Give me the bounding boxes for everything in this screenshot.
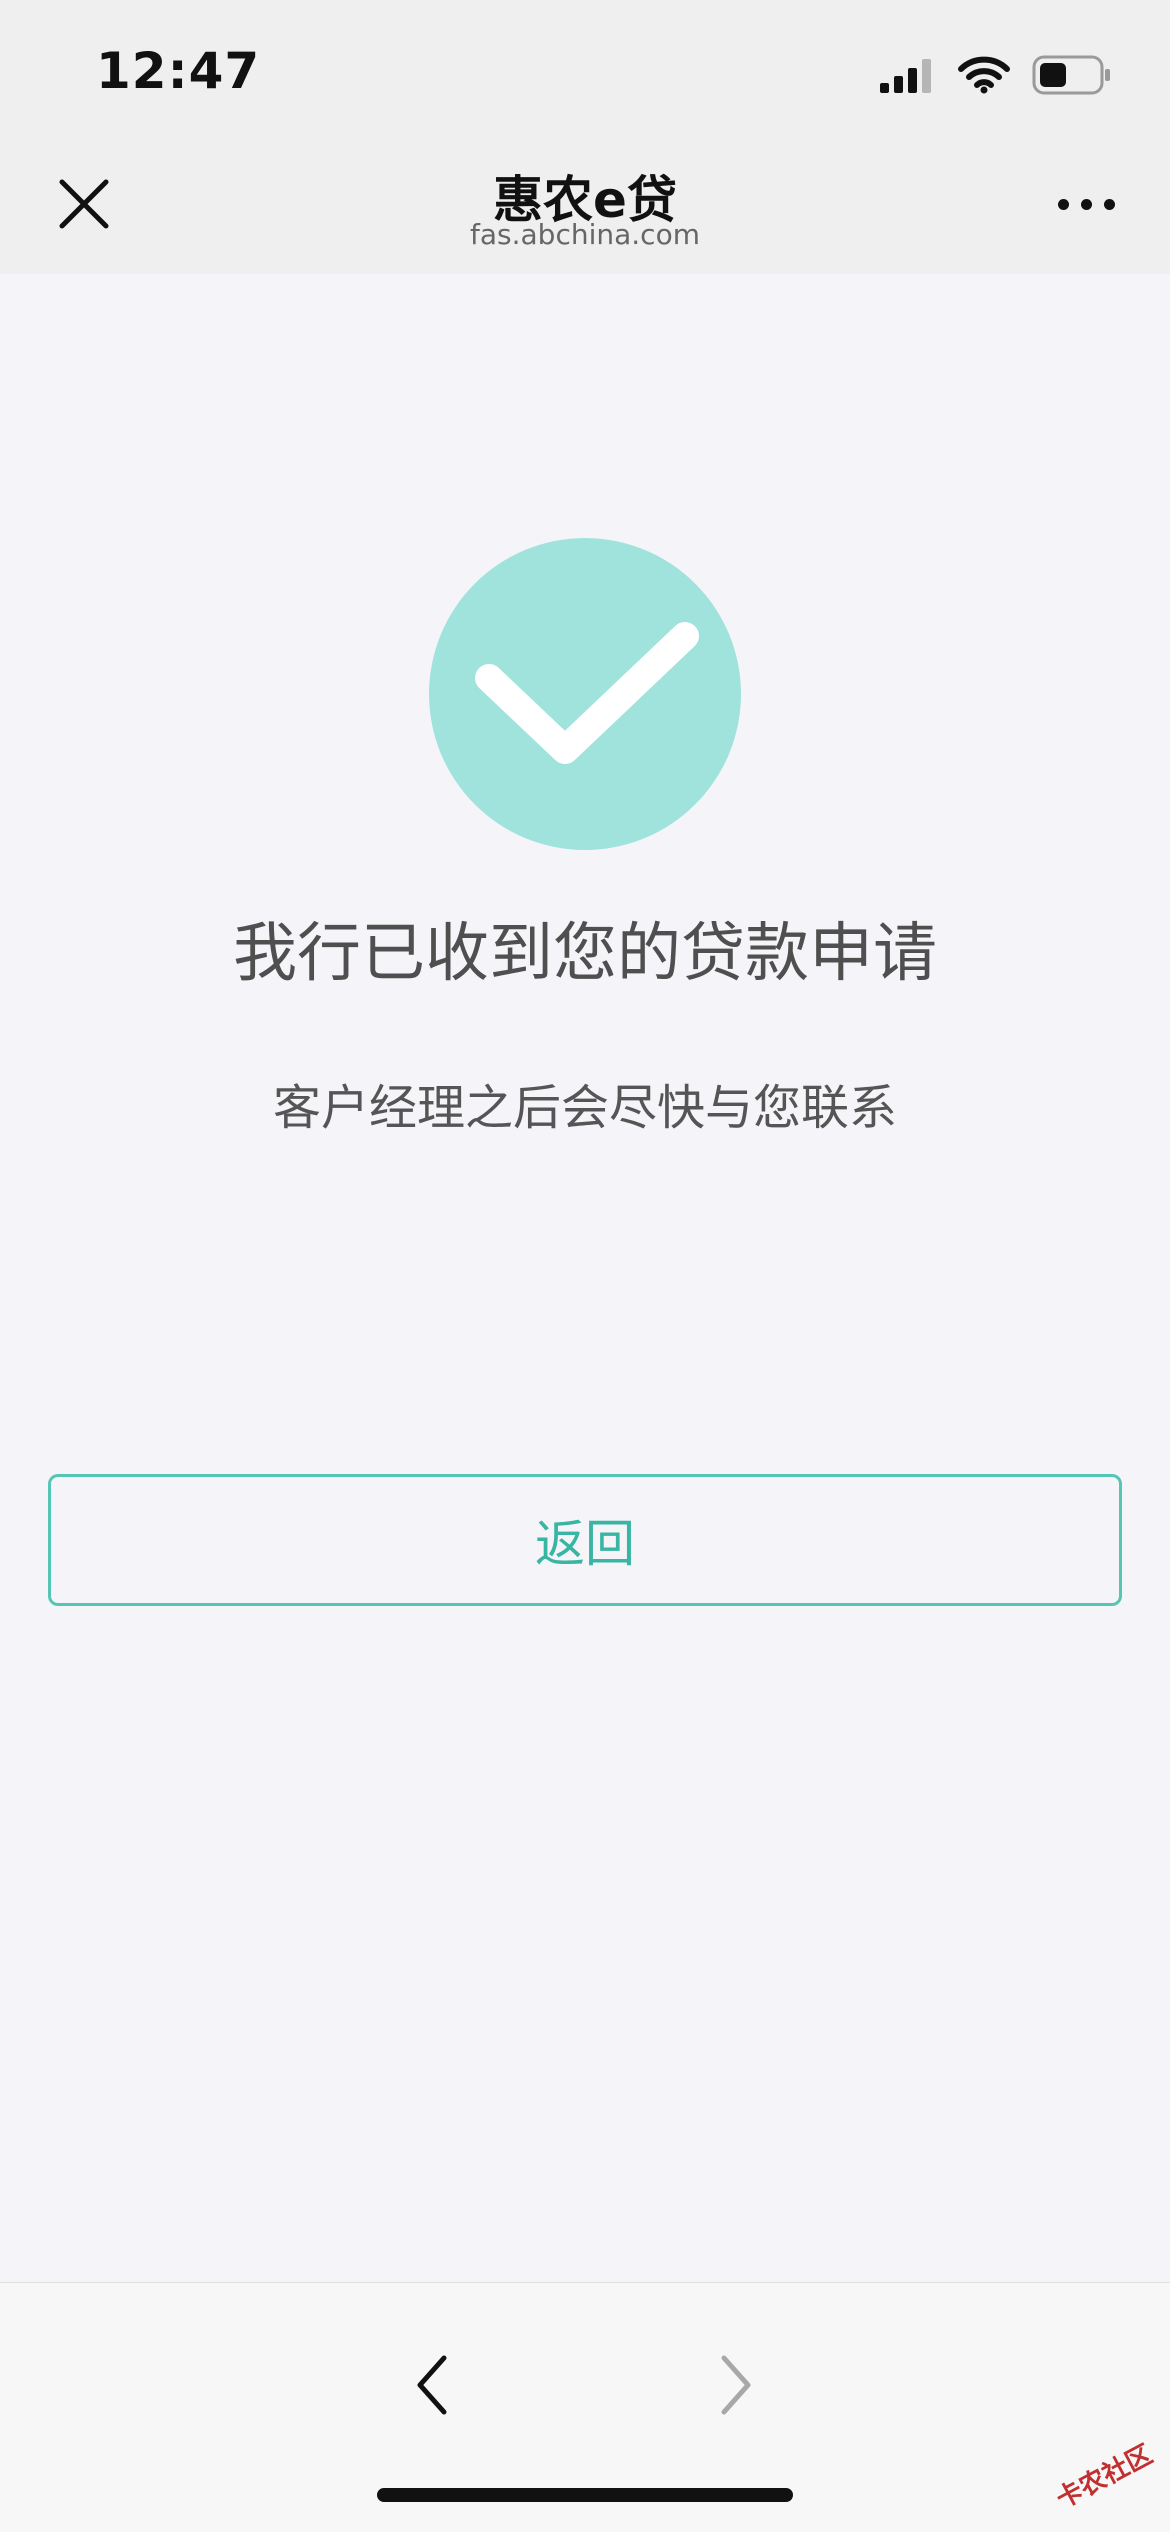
status-bar: 12:47 bbox=[0, 0, 1170, 140]
checkmark-icon bbox=[475, 622, 699, 764]
status-time: 12:47 bbox=[96, 42, 261, 100]
more-icon bbox=[1057, 198, 1069, 210]
chevron-right-icon bbox=[721, 2355, 751, 2415]
nav-header: 惠农e贷 fas.abchina.com bbox=[0, 140, 1170, 274]
browser-forward-button[interactable] bbox=[696, 2345, 776, 2425]
status-icons bbox=[880, 52, 1112, 98]
signal-icon bbox=[880, 59, 931, 93]
success-badge bbox=[429, 538, 741, 850]
home-indicator[interactable] bbox=[377, 2488, 793, 2502]
wifi-icon bbox=[958, 56, 1010, 94]
more-button[interactable] bbox=[1046, 174, 1126, 234]
success-message: 我行已收到您的贷款申请 bbox=[233, 917, 937, 991]
battery-icon bbox=[1032, 55, 1110, 95]
page: 12:47 惠农e贷 fas.abchina.com 我行已收到您的贷款申请 客… bbox=[0, 0, 1170, 2532]
success-submessage: 客户经理之后会尽快与您联系 bbox=[272, 1080, 897, 1136]
browser-back-button[interactable] bbox=[392, 2345, 472, 2425]
chevron-left-icon bbox=[417, 2355, 447, 2415]
return-button[interactable]: 返回 bbox=[48, 1474, 1122, 1606]
page-url: fas.abchina.com bbox=[470, 218, 700, 251]
